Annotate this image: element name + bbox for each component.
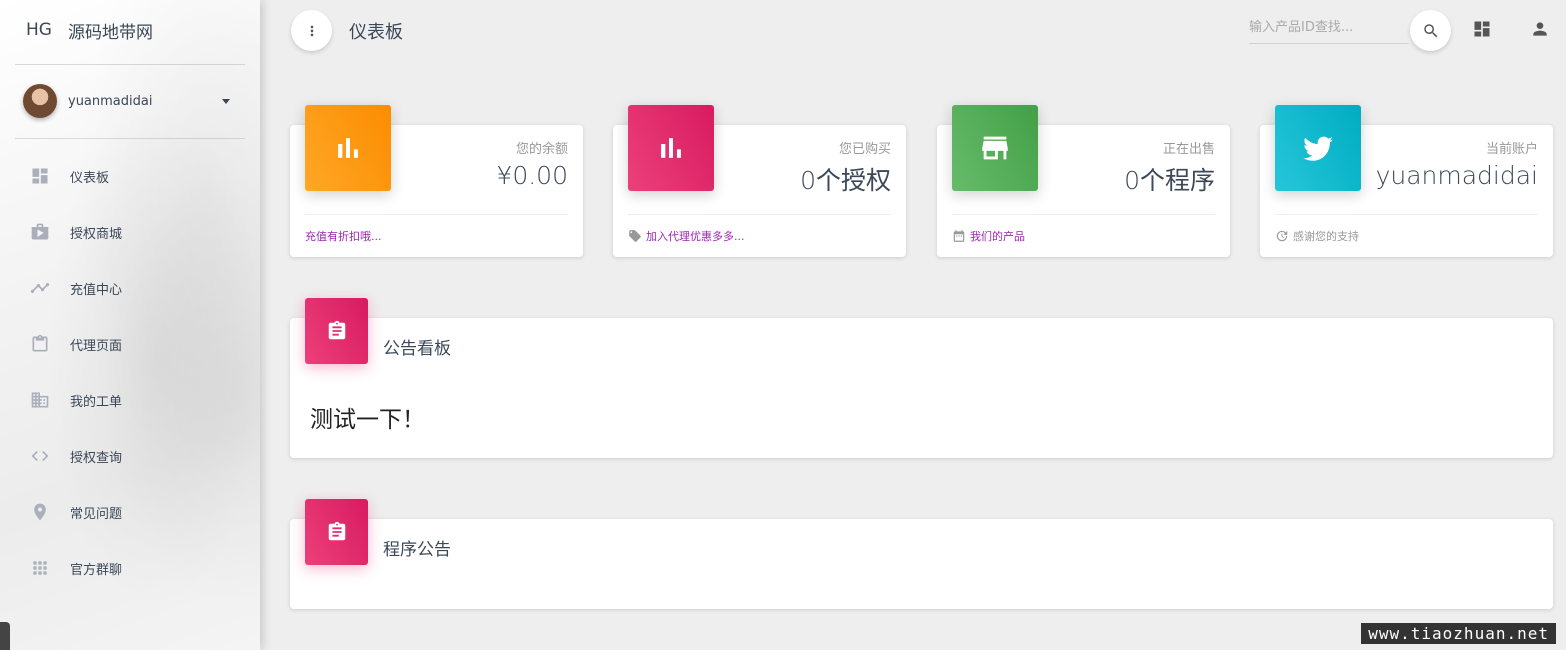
- dashboard-icon: [30, 166, 50, 186]
- calendar-icon: [953, 230, 965, 242]
- sidebar-item-dashboard[interactable]: 仪表板: [0, 148, 260, 204]
- bar-chart-icon: [338, 138, 358, 158]
- minimize-sidebar-button[interactable]: [291, 10, 332, 51]
- sidebar-item-label: 常见问题: [70, 506, 123, 522]
- sidebar-divider: [15, 138, 245, 139]
- sidebar-item-agent[interactable]: 代理页面: [0, 316, 260, 372]
- stat-card-balance: 您的余额 ¥0.00 充值有折扣哦...: [290, 105, 583, 257]
- bar-chart-icon: [661, 138, 681, 158]
- assignment-icon: [328, 521, 345, 541]
- stat-card-header: [1275, 105, 1361, 191]
- sidebar-item-label: 充值中心: [70, 282, 123, 298]
- store-icon: [982, 136, 1008, 160]
- twitter-icon: [1303, 136, 1333, 161]
- stat-divider: [1275, 214, 1538, 215]
- tag-icon: [629, 230, 641, 242]
- page-title: 仪表板: [349, 22, 403, 43]
- stat-category: 当前账户: [1485, 142, 1538, 157]
- caret-down-icon: [222, 98, 230, 104]
- topbar: 仪表板: [260, 0, 1566, 60]
- code-icon: [30, 446, 50, 466]
- stat-category: 您的余额: [515, 142, 568, 157]
- person-icon: [1533, 22, 1547, 36]
- brand-name: 源码地带网: [68, 22, 153, 43]
- stat-footer-link[interactable]: 加入代理优惠多多...: [628, 228, 745, 244]
- sidebar: HG 源码地带网 yuanmadidai 仪表板 授权商城 充值中心 代理页面 …: [0, 0, 260, 650]
- notice-card-header: [305, 298, 368, 364]
- notice-card-header: [305, 499, 368, 565]
- scroll-handle[interactable]: [0, 622, 10, 650]
- sidebar-item-label: 代理页面: [70, 338, 123, 354]
- program-notice-card: 程序公告: [290, 499, 1553, 609]
- sidebar-item-tickets[interactable]: 我的工单: [0, 372, 260, 428]
- sidebar-item-label: 授权查询: [70, 450, 123, 466]
- brand-mini: HG: [26, 20, 52, 40]
- stat-card-account: 当前账户 yuanmadidai 感谢您的支持: [1260, 105, 1553, 257]
- location-pin-icon: [30, 502, 50, 522]
- stat-value: ¥0.00: [496, 161, 568, 190]
- stat-value: yuanmadidai: [1375, 161, 1538, 190]
- stat-footer-text: 感谢您的支持: [1293, 230, 1359, 243]
- watermark: www.tiaozhuan.net: [1361, 623, 1556, 644]
- stat-footer-link[interactable]: 充值有折扣哦...: [305, 228, 382, 244]
- search-box: [1249, 12, 1409, 44]
- notice-title: 程序公告: [383, 540, 451, 560]
- stat-card-purchased: 您已购买 0个授权 加入代理优惠多多...: [613, 105, 906, 257]
- update-icon: [1276, 230, 1288, 242]
- sidebar-nav: 仪表板 授权商城 充值中心 代理页面 我的工单 授权查询 常见问题 官方群聊: [0, 148, 260, 596]
- sidebar-item-recharge[interactable]: 充值中心: [0, 260, 260, 316]
- stat-card-on-sale: 正在出售 0个程序 我们的产品: [937, 105, 1230, 257]
- sidebar-item-label: 仪表板: [70, 170, 110, 186]
- search-button[interactable]: [1410, 10, 1451, 51]
- stat-category: 正在出售: [1162, 142, 1215, 157]
- sidebar-divider: [15, 64, 245, 65]
- sidebar-item-license-query[interactable]: 授权查询: [0, 428, 260, 484]
- search-icon: [1423, 23, 1437, 37]
- stat-value: 0个程序: [1124, 166, 1215, 195]
- stat-category: 您已购买: [838, 142, 891, 157]
- dashboard-icon: [1474, 21, 1490, 37]
- profile-button[interactable]: [1530, 19, 1550, 39]
- stat-footer-text: 我们的产品: [970, 230, 1025, 243]
- stat-divider: [305, 214, 568, 215]
- avatar: [23, 84, 57, 118]
- stat-footer-link[interactable]: 我们的产品: [952, 228, 1025, 244]
- brand-logo[interactable]: HG 源码地带网: [26, 18, 153, 43]
- apps-grid-icon: [30, 558, 50, 578]
- stat-footer: 感谢您的支持: [1275, 228, 1359, 244]
- building-icon: [30, 390, 50, 410]
- stat-card-header: [952, 105, 1038, 191]
- timeline-icon: [30, 278, 50, 298]
- stat-card-header: [628, 105, 714, 191]
- sidebar-item-label: 我的工单: [70, 394, 123, 410]
- stat-card-header: [305, 105, 391, 191]
- stat-value: 0个授权: [800, 166, 891, 195]
- user-menu[interactable]: yuanmadidai: [23, 84, 238, 118]
- shop-icon: [30, 222, 50, 242]
- clipboard-icon: [30, 334, 50, 354]
- assignment-icon: [328, 320, 345, 340]
- stat-footer-text: 加入代理优惠多多...: [646, 230, 745, 243]
- sidebar-item-label: 授权商城: [70, 226, 123, 242]
- stat-divider: [952, 214, 1215, 215]
- main-panel: 仪表板 您的余额 ¥0.00 充值有折扣哦... 您已购买 0个授权: [260, 0, 1566, 650]
- stat-divider: [628, 214, 891, 215]
- notice-board-card: 公告看板 测试一下！: [290, 298, 1553, 458]
- stat-footer-text: 充值有折扣哦...: [305, 230, 382, 243]
- more-vert-icon: [310, 25, 313, 36]
- user-name: yuanmadidai: [68, 93, 153, 109]
- dashboard-button[interactable]: [1472, 19, 1492, 39]
- notice-body: 测试一下！: [310, 407, 425, 433]
- sidebar-item-label: 官方群聊: [70, 562, 123, 578]
- search-input[interactable]: [1249, 12, 1409, 42]
- sidebar-item-faq[interactable]: 常见问题: [0, 484, 260, 540]
- sidebar-item-group-chat[interactable]: 官方群聊: [0, 540, 260, 596]
- sidebar-item-shop[interactable]: 授权商城: [0, 204, 260, 260]
- notice-title: 公告看板: [383, 339, 451, 359]
